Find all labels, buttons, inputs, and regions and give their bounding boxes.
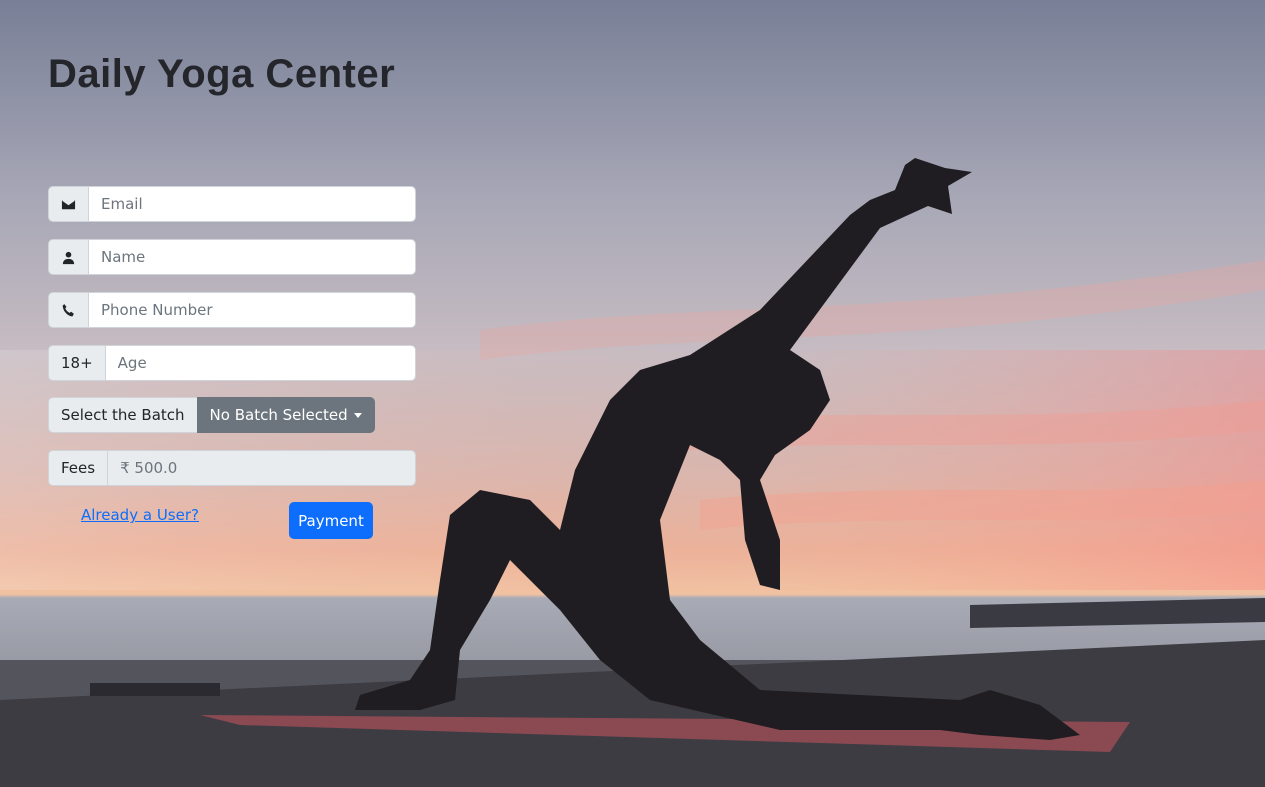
envelope-icon xyxy=(48,186,88,222)
age-addon: 18+ xyxy=(48,345,105,381)
already-user-link[interactable]: Already a User? xyxy=(81,506,199,524)
page-title: Daily Yoga Center xyxy=(48,52,396,96)
payment-button[interactable]: Payment xyxy=(289,502,373,539)
email-input[interactable] xyxy=(88,186,416,222)
name-field xyxy=(48,239,416,275)
phone-field xyxy=(48,292,416,328)
user-icon xyxy=(48,239,88,275)
chevron-down-icon xyxy=(353,412,362,418)
fees-label: Fees xyxy=(48,450,108,486)
phone-icon xyxy=(48,292,88,328)
fees-field: Fees xyxy=(48,450,416,486)
email-field xyxy=(48,186,416,222)
age-field: 18+ xyxy=(48,345,416,381)
batch-label: Select the Batch xyxy=(48,397,197,433)
fees-input xyxy=(107,450,416,486)
yoga-background-image xyxy=(0,0,1265,787)
age-input[interactable] xyxy=(104,345,416,381)
batch-dropdown[interactable]: No Batch Selected xyxy=(196,397,375,433)
name-input[interactable] xyxy=(88,239,416,275)
batch-field: Select the Batch No Batch Selected xyxy=(48,397,375,433)
batch-selected-value: No Batch Selected xyxy=(209,406,348,424)
phone-input[interactable] xyxy=(88,292,416,328)
